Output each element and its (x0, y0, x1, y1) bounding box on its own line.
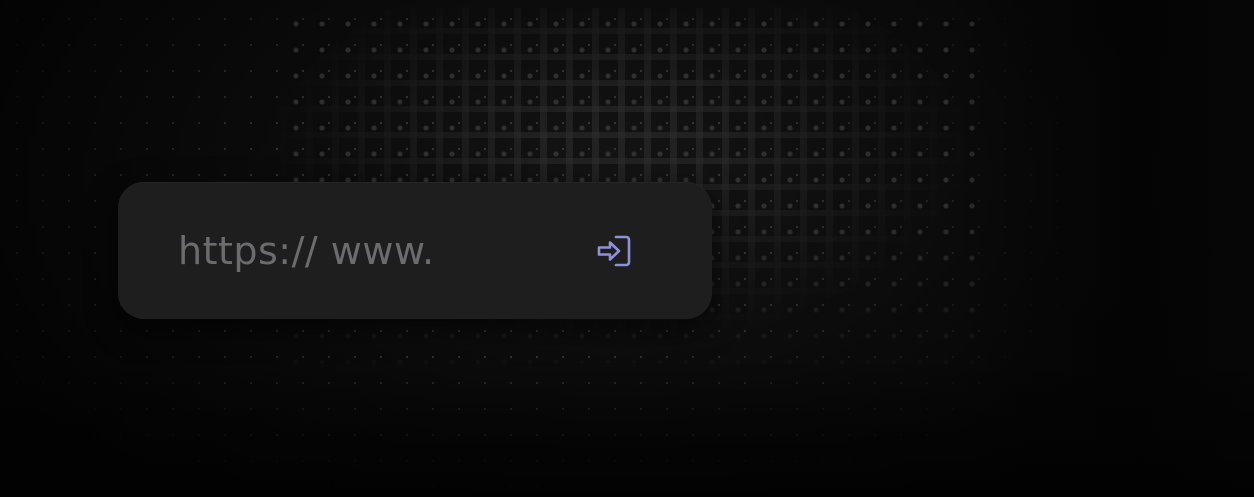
url-input[interactable] (178, 220, 518, 281)
edge-fade-bottom (0, 357, 1254, 497)
background-stage (0, 0, 1254, 497)
login-arrow-icon (597, 235, 631, 267)
go-button[interactable] (590, 229, 638, 273)
url-bar (118, 182, 712, 319)
